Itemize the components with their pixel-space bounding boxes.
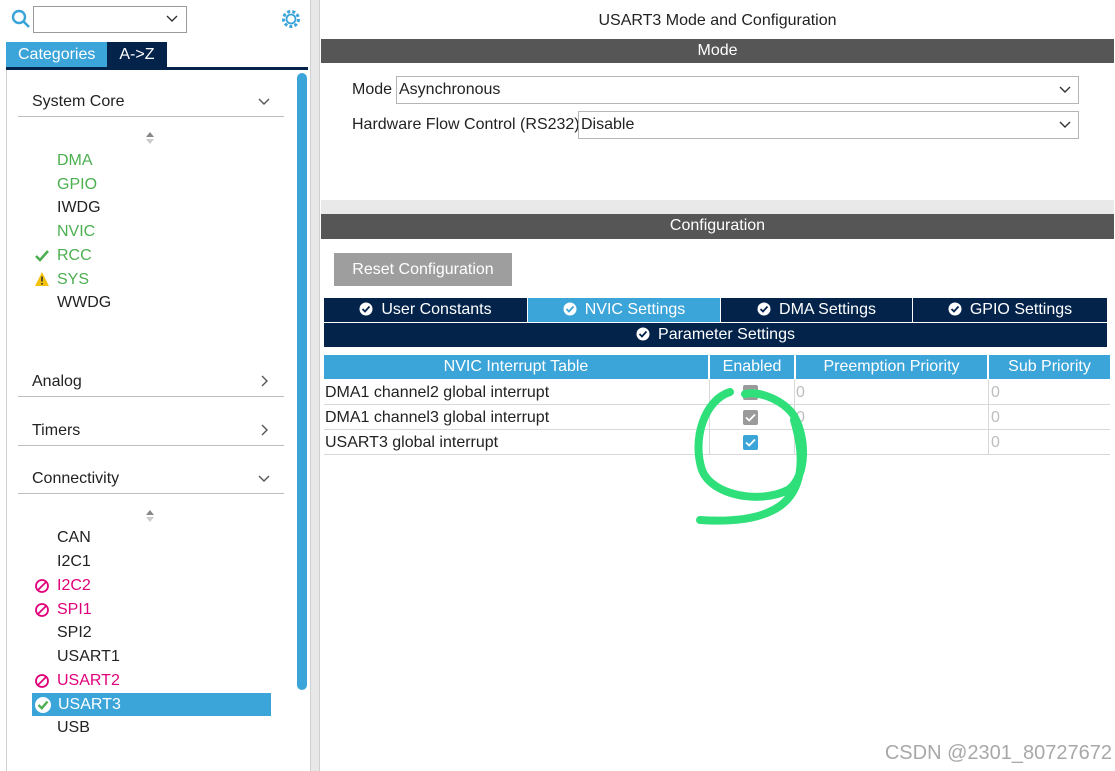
sidebar-item-dma[interactable]: DMA — [57, 150, 93, 172]
tab-label: NVIC Settings — [584, 301, 686, 318]
tab-dma-settings[interactable]: DMA Settings — [721, 298, 912, 322]
mode-label: Mode — [352, 81, 393, 98]
sort-icon[interactable] — [145, 131, 155, 145]
sidebar-item-usb[interactable]: USB — [57, 717, 90, 739]
configuration-bar: Configuration — [321, 214, 1114, 239]
sub-priority[interactable]: 0 — [991, 430, 1000, 455]
check-circle-icon — [563, 302, 577, 316]
reset-configuration-button[interactable]: Reset Configuration — [334, 253, 512, 286]
gear-icon[interactable] — [280, 8, 302, 30]
sidebar-item-sys[interactable]: SYS — [57, 269, 89, 291]
section-label: Timers — [32, 422, 81, 439]
section-system-core[interactable]: System Core — [18, 87, 284, 117]
check-circle-icon — [359, 302, 373, 316]
mode-select-value: Asynchronous — [399, 81, 501, 98]
interrupt-name: DMA1 channel2 global interrupt — [325, 384, 550, 401]
annotation-scribble — [694, 388, 807, 525]
search-combo[interactable] — [33, 6, 187, 33]
tab-a-z[interactable]: A->Z — [107, 42, 167, 68]
scrollbar[interactable] — [297, 73, 307, 690]
chevron-down-icon — [166, 15, 178, 22]
table-header-interrupt[interactable]: NVIC Interrupt Table — [324, 355, 708, 379]
sidebar-item-iwdg[interactable]: IWDG — [57, 197, 101, 219]
cell-divider — [988, 430, 989, 455]
tab-label: GPIO Settings — [969, 301, 1073, 318]
chevron-down-icon — [1059, 121, 1071, 128]
chevron-right-icon — [261, 424, 268, 436]
check-circle-icon — [757, 302, 771, 316]
flow-control-select-value: Disable — [581, 116, 635, 133]
tab-nvic-settings[interactable]: NVIC Settings — [528, 298, 720, 322]
interrupt-name: USART3 global interrupt — [325, 434, 499, 451]
cell-divider — [988, 380, 989, 405]
sort-icon[interactable] — [145, 509, 155, 523]
tab-label: User Constants — [381, 301, 492, 318]
flow-control-select[interactable]: Disable — [578, 111, 1079, 139]
section-connectivity[interactable]: Connectivity — [18, 464, 284, 494]
tab-user-constants[interactable]: User Constants — [324, 298, 527, 322]
mode-bar: Mode — [321, 39, 1114, 63]
tab-categories[interactable]: Categories — [6, 42, 108, 68]
check-circle-icon — [636, 327, 650, 341]
warning-icon — [35, 272, 49, 286]
section-label: Connectivity — [32, 470, 120, 487]
blocked-icon — [35, 579, 49, 593]
tab-gpio-settings[interactable]: GPIO Settings — [913, 298, 1107, 322]
section-label: System Core — [32, 93, 125, 110]
blocked-icon — [35, 674, 49, 688]
sidebar-item-gpio[interactable]: GPIO — [57, 174, 97, 196]
watermark: CSDN @2301_80727672 — [884, 742, 1112, 764]
sidebar-item-spi2[interactable]: SPI2 — [57, 622, 92, 644]
search-icon[interactable] — [11, 9, 31, 29]
chevron-down-icon — [1059, 86, 1071, 93]
interrupt-name: DMA1 channel3 global interrupt — [325, 409, 550, 426]
table-header-sub-priority[interactable]: Sub Priority — [989, 355, 1110, 379]
sidebar-item-rcc[interactable]: RCC — [57, 245, 92, 267]
tab-label: Parameter Settings — [658, 326, 795, 343]
panel-splitter[interactable] — [310, 0, 320, 771]
sidebar-item-nvic[interactable]: NVIC — [57, 221, 95, 243]
chevron-down-icon — [258, 475, 270, 482]
sidebar-item-wwdg[interactable]: WWDG — [57, 292, 111, 314]
splitter-bar[interactable] — [321, 200, 1114, 214]
table-header-enabled[interactable]: Enabled — [710, 355, 794, 379]
sidebar-item-usart1[interactable]: USART1 — [57, 646, 120, 668]
mode-select[interactable]: Asynchronous — [396, 76, 1079, 104]
check-icon — [35, 250, 49, 262]
section-timers[interactable]: Timers — [18, 416, 284, 446]
section-label: Analog — [32, 373, 82, 390]
check-circle-icon — [35, 697, 51, 713]
sub-priority[interactable]: 0 — [991, 380, 1000, 405]
sidebar-item-can[interactable]: CAN — [57, 527, 91, 549]
blocked-icon — [35, 603, 49, 617]
table-header-preemption[interactable]: Preemption Priority — [796, 355, 987, 379]
flow-control-label: Hardware Flow Control (RS232) — [352, 116, 580, 133]
tab-parameter-settings[interactable]: Parameter Settings — [324, 323, 1107, 347]
section-analog[interactable]: Analog — [18, 367, 284, 397]
sidebar-item-usart2[interactable]: USART2 — [57, 670, 120, 692]
sidebar-item-usart3[interactable]: USART3 — [58, 694, 121, 716]
chevron-right-icon — [261, 375, 268, 387]
sidebar-item-spi1[interactable]: SPI1 — [57, 599, 92, 621]
chevron-down-icon — [258, 98, 270, 105]
category-tabs: Categories A->Z — [6, 42, 167, 68]
check-circle-icon — [948, 302, 962, 316]
left-panel: Categories A->Z System Core DMA GPIO IWD… — [0, 0, 310, 771]
sub-priority[interactable]: 0 — [991, 405, 1000, 430]
page-title: USART3 Mode and Configuration — [598, 12, 837, 29]
sidebar-item-i2c1[interactable]: I2C1 — [57, 551, 91, 573]
tab-label: DMA Settings — [779, 301, 876, 318]
cell-divider — [988, 405, 989, 430]
sidebar-item-i2c2[interactable]: I2C2 — [57, 575, 91, 597]
